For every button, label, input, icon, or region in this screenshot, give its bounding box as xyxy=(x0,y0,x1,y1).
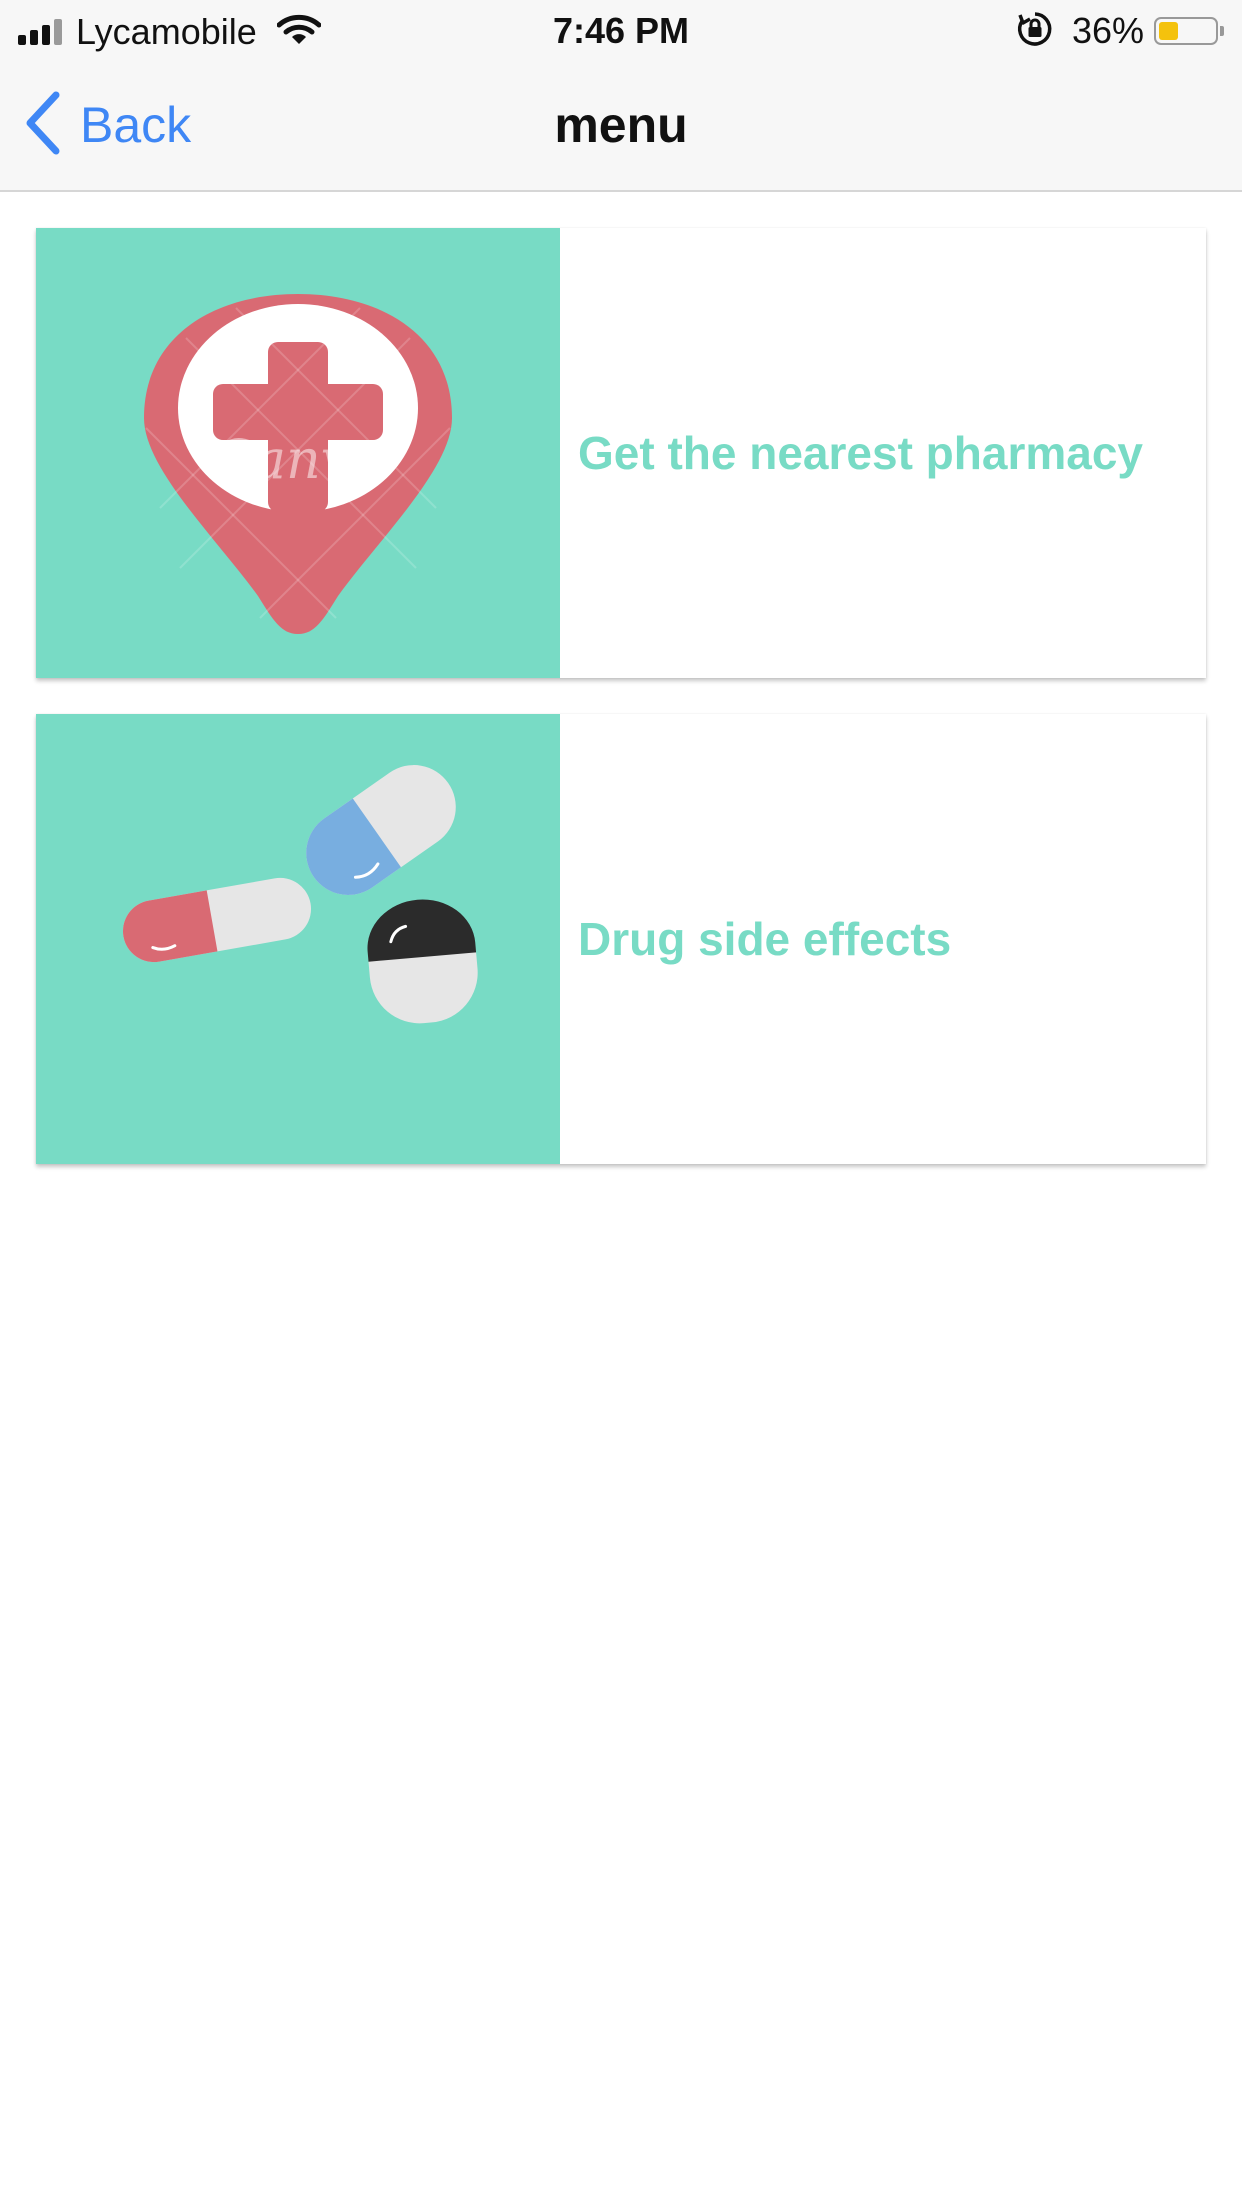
canva-watermark: Canva xyxy=(213,428,384,491)
pharmacy-location-pin-icon: Canva xyxy=(144,294,452,634)
blue-capsule-icon xyxy=(306,765,456,895)
card-title-drug-side-effects: Drug side effects xyxy=(578,913,952,965)
battery-cap xyxy=(1220,26,1224,36)
drug-side-effects-card[interactable]: Drug side effects xyxy=(36,714,1206,1164)
battery-percent: 36% xyxy=(1071,10,1144,51)
card-image-pills xyxy=(36,714,560,1164)
black-capsule-icon xyxy=(367,899,478,1024)
status-right: 36% xyxy=(1016,10,1224,52)
status-bar: Lycamobile 7:46 PM 36% xyxy=(0,0,1242,62)
page-title: menu xyxy=(554,97,688,153)
battery-icon xyxy=(1154,17,1218,45)
navigation-bar: Back menu xyxy=(0,62,1242,192)
battery-level xyxy=(1159,22,1178,40)
pills-icon xyxy=(122,765,478,1024)
red-capsule-icon xyxy=(122,877,312,963)
orientation-lock-icon xyxy=(1016,10,1054,53)
card-title-pharmacy: Get the nearest pharmacy xyxy=(578,427,1144,479)
card-image-pharmacy: Canva xyxy=(36,228,560,678)
nearest-pharmacy-card[interactable]: Canva Get the nearest pharmacy xyxy=(36,228,1206,678)
